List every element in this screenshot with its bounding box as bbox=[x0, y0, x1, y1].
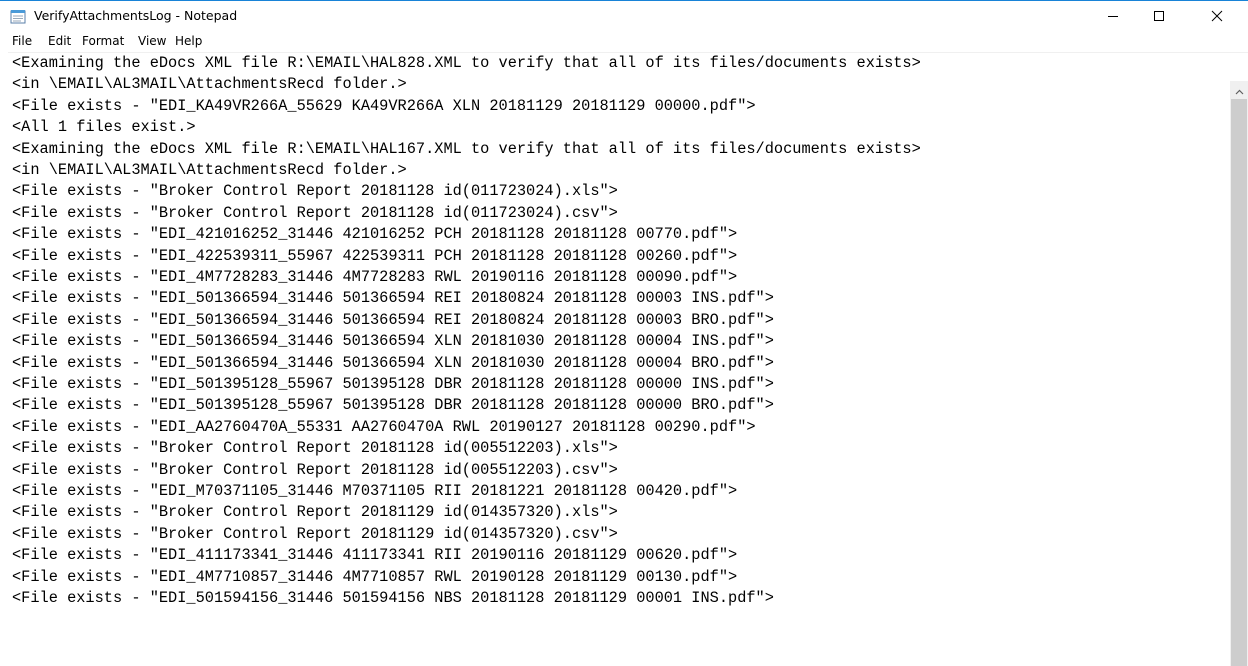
close-icon bbox=[1211, 7, 1223, 26]
minimize-button[interactable] bbox=[1090, 1, 1136, 32]
menu-format[interactable]: Format bbox=[82, 34, 124, 48]
text-line: <File exists - "EDI_AA2760470A_55331 AA2… bbox=[12, 417, 756, 436]
text-line: <File exists - "EDI_501395128_55967 5013… bbox=[12, 375, 774, 393]
text-line: <Examining the eDocs XML file R:\EMAIL\H… bbox=[12, 139, 921, 158]
close-button[interactable] bbox=[1194, 1, 1240, 32]
window-title: VerifyAttachmentsLog - Notepad bbox=[34, 8, 238, 23]
text-line: <File exists - "Broker Control Report 20… bbox=[12, 439, 618, 458]
text-line: <File exists - "Broker Control Report 20… bbox=[12, 524, 618, 543]
text-line: <File exists - "EDI_501594156_31446 5015… bbox=[12, 589, 774, 607]
text-line: <File exists - "Broker Control Report 20… bbox=[12, 182, 618, 201]
menu-edit[interactable]: Edit bbox=[48, 34, 71, 48]
menu-view[interactable]: View bbox=[138, 34, 166, 48]
text-line: <File exists - "Broker Control Report 20… bbox=[12, 503, 618, 522]
text-line: <Examining the eDocs XML file R:\EMAIL\H… bbox=[12, 54, 921, 72]
menu-help[interactable]: Help bbox=[175, 34, 202, 48]
minimize-icon bbox=[1107, 7, 1119, 26]
text-line: <File exists - "EDI_M70371105_31446 M703… bbox=[12, 482, 738, 500]
text-line: <File exists - "EDI_501366594_31446 5013… bbox=[12, 310, 774, 329]
menu-file[interactable]: File bbox=[12, 34, 32, 48]
text-line: <File exists - "Broker Control Report 20… bbox=[12, 203, 618, 222]
text-line: <All 1 files exist.> bbox=[12, 118, 196, 137]
maximize-button[interactable] bbox=[1136, 1, 1182, 32]
text-line: <File exists - "EDI_501395128_55967 5013… bbox=[12, 396, 774, 415]
notepad-icon bbox=[10, 9, 26, 24]
text-line: <File exists - "EDI_501366594_31446 5013… bbox=[12, 332, 774, 351]
text-line: <File exists - "Broker Control Report 20… bbox=[12, 460, 618, 479]
scrollbar-thumb[interactable] bbox=[1231, 99, 1247, 666]
text-line: <File exists - "EDI_4M7728283_31446 4M77… bbox=[12, 268, 738, 286]
text-line: <File exists - "EDI_411173341_31446 4111… bbox=[12, 546, 738, 565]
text-line: <File exists - "EDI_501366594_31446 5013… bbox=[12, 353, 774, 372]
text-line: <File exists - "EDI_422539311_55967 4225… bbox=[12, 246, 738, 265]
notepad-window: VerifyAttachmentsLog - Notepad File Edit… bbox=[0, 0, 1248, 666]
text-editor[interactable]: <Examining the eDocs XML file R:\EMAIL\H… bbox=[8, 53, 1230, 666]
menu-bar: File Edit Format View Help bbox=[0, 32, 1248, 52]
text-line: <File exists - "EDI_4M7710857_31446 4M77… bbox=[12, 567, 738, 586]
scroll-up-button[interactable] bbox=[1230, 81, 1248, 98]
maximize-icon bbox=[1153, 7, 1165, 26]
text-line: <File exists - "EDI_501366594_31446 5013… bbox=[12, 289, 774, 308]
text-line: <File exists - "EDI_421016252_31446 4210… bbox=[12, 225, 738, 244]
text-line: <in \EMAIL\AL3MAIL\AttachmentsRecd folde… bbox=[12, 161, 407, 179]
text-line: <in \EMAIL\AL3MAIL\AttachmentsRecd folde… bbox=[12, 75, 407, 94]
title-bar[interactable]: VerifyAttachmentsLog - Notepad bbox=[0, 1, 1248, 32]
text-line: <File exists - "EDI_KA49VR266A_55629 KA4… bbox=[12, 96, 756, 115]
scroll-up-arrow-icon bbox=[1235, 80, 1244, 99]
